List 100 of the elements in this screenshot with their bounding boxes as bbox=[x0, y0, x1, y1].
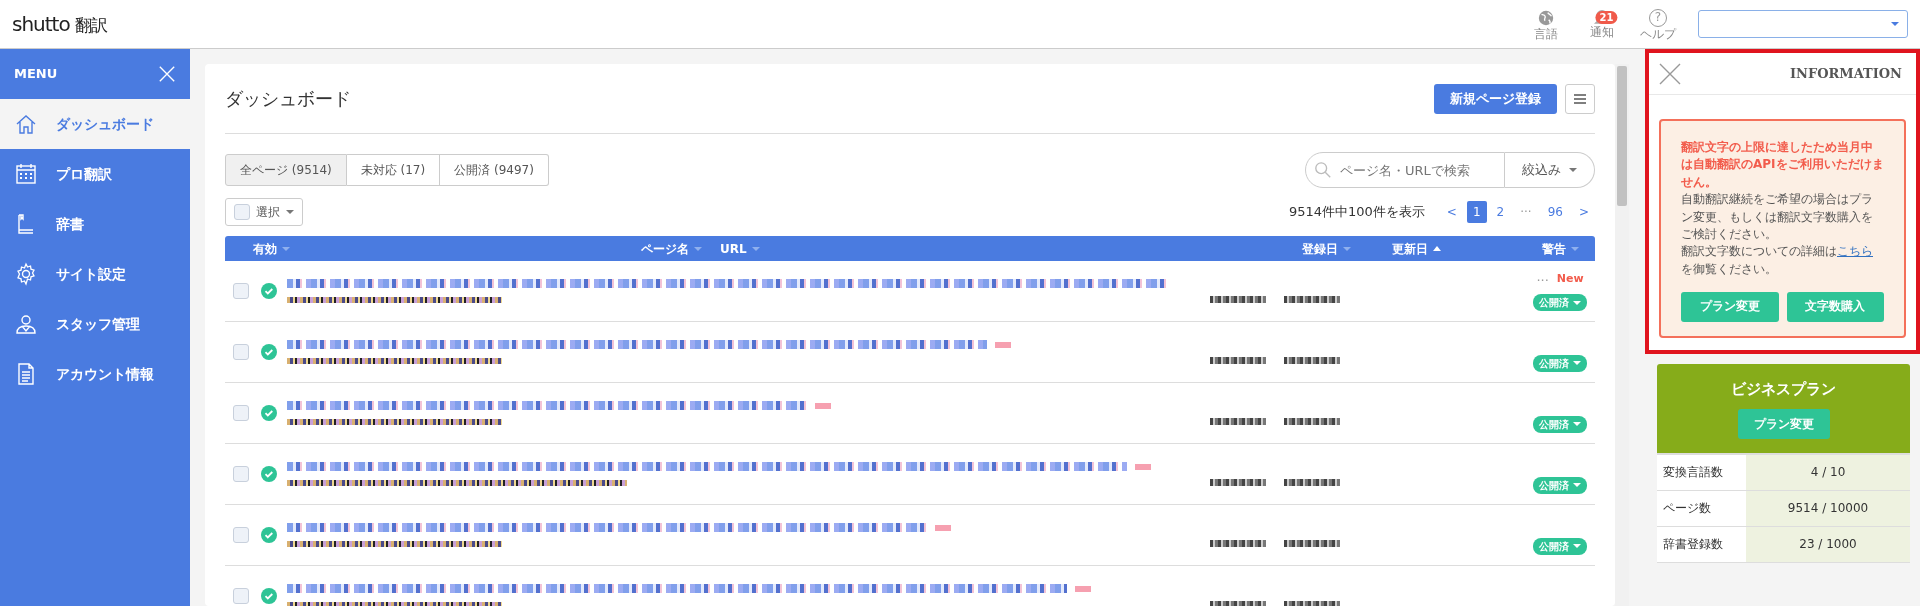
change-plan-button[interactable]: プラン変更 bbox=[1737, 408, 1830, 439]
status-badge[interactable]: 公開済 bbox=[1533, 476, 1587, 494]
page-link[interactable]: 96 bbox=[1541, 201, 1569, 223]
redacted-text bbox=[1284, 479, 1340, 486]
scrollbar-thumb[interactable] bbox=[1617, 66, 1627, 206]
status-badge[interactable]: 公開済 bbox=[1533, 354, 1587, 372]
search-field[interactable]: ページ名・URLで検索 bbox=[1305, 152, 1505, 188]
redacted-text bbox=[935, 524, 951, 531]
column-header[interactable]: 有効 bbox=[253, 239, 290, 258]
alert-message: 自動翻訳継続をご希望の場合はプラン変更、もしくは翻訳文字数購入をご検討ください。 bbox=[1681, 191, 1874, 243]
redacted-text bbox=[995, 341, 1011, 348]
row-checkbox[interactable] bbox=[233, 405, 249, 421]
redacted-text bbox=[815, 402, 831, 409]
action-label: ヘルプ bbox=[1640, 26, 1676, 42]
caret-icon bbox=[1891, 22, 1899, 26]
column-header[interactable]: 登録日 bbox=[1302, 239, 1351, 258]
row-checkbox[interactable] bbox=[233, 588, 249, 604]
header-action[interactable]: 通知 21 bbox=[1574, 8, 1630, 40]
stat-label: 辞書登録数 bbox=[1662, 536, 1724, 554]
page-link[interactable]: 2 bbox=[1490, 201, 1511, 223]
status-badge[interactable]: 公開済 bbox=[1533, 294, 1587, 312]
stat-label: ページ数 bbox=[1662, 500, 1712, 518]
row-checkbox[interactable] bbox=[233, 344, 249, 360]
alert-button[interactable]: 文字数購入 bbox=[1786, 292, 1884, 323]
page-title: ダッシュボード bbox=[225, 87, 351, 111]
alert-button[interactable]: プラン変更 bbox=[1681, 292, 1779, 323]
app-logo: shutto 翻訳 bbox=[12, 11, 108, 38]
plan-name: ビジネスプラン bbox=[1731, 379, 1836, 401]
sidebar-item[interactable]: プロ翻訳 bbox=[0, 149, 190, 199]
redacted-text bbox=[1210, 296, 1266, 303]
page-link[interactable]: 1 bbox=[1466, 201, 1487, 223]
action-label: 言語 bbox=[1534, 26, 1558, 42]
stat-label: 変換言語数 bbox=[1662, 464, 1724, 482]
caret-icon bbox=[1573, 361, 1581, 365]
caret-icon bbox=[1573, 544, 1581, 548]
row-checkbox[interactable] bbox=[233, 527, 249, 543]
column-header[interactable]: 更新日 bbox=[1392, 239, 1441, 258]
column-header[interactable]: 警告 bbox=[1542, 239, 1579, 258]
redacted-text bbox=[1284, 296, 1340, 303]
new-page-button[interactable]: 新規ページ登録 bbox=[1434, 83, 1557, 114]
action-label: 通知 bbox=[1590, 25, 1614, 40]
redacted-text bbox=[1210, 601, 1266, 606]
row-checkbox[interactable] bbox=[233, 466, 249, 482]
checkbox[interactable] bbox=[234, 204, 250, 220]
filter-dropdown[interactable]: 絞込み bbox=[1505, 152, 1595, 188]
stat-value: 4 / 10 bbox=[1746, 454, 1910, 490]
sidebar-item[interactable]: サイト設定 bbox=[0, 249, 190, 299]
filter-tab[interactable]: 未対応 (17) bbox=[346, 154, 441, 186]
close-icon bbox=[1659, 62, 1681, 85]
page-arrow[interactable]: > bbox=[1572, 201, 1595, 223]
redacted-text bbox=[1135, 463, 1151, 470]
panel-title: INFORMATION bbox=[1789, 64, 1902, 83]
redacted-text bbox=[1284, 601, 1340, 606]
filter-tab[interactable]: 公開済 (9497) bbox=[440, 154, 549, 186]
menu-title: MENU bbox=[14, 65, 58, 84]
sidebar-item[interactable]: アカウント情報 bbox=[0, 349, 190, 399]
redacted-text bbox=[1075, 585, 1091, 592]
caret-icon bbox=[1569, 168, 1577, 172]
row-checkbox[interactable] bbox=[233, 283, 249, 299]
more-dots: ··· bbox=[1536, 271, 1549, 290]
select-dropdown[interactable]: 選択 bbox=[225, 198, 303, 226]
notification-badge: 21 bbox=[1595, 11, 1618, 24]
menu-icon bbox=[1573, 92, 1587, 105]
search-icon bbox=[1314, 161, 1332, 179]
column-header[interactable]: ページ名 bbox=[641, 239, 702, 258]
people-icon bbox=[14, 312, 38, 336]
column-header[interactable]: URL bbox=[720, 239, 760, 258]
sidebar-item[interactable]: 辞書 bbox=[0, 199, 190, 249]
header-action[interactable]: 言語 bbox=[1518, 6, 1574, 42]
caret-icon bbox=[1573, 422, 1581, 426]
globe-icon bbox=[1537, 8, 1555, 27]
status-badge[interactable]: 公開済 bbox=[1533, 415, 1587, 433]
sidebar-item[interactable]: スタッフ管理 bbox=[0, 299, 190, 349]
caret-icon bbox=[1573, 483, 1581, 487]
redacted-text bbox=[1210, 479, 1266, 486]
close-icon bbox=[158, 65, 176, 83]
alert-message: 翻訳文字数についての詳細はこちら を御覧ください。 bbox=[1681, 243, 1874, 278]
new-label: New bbox=[1556, 270, 1584, 287]
filter-tab[interactable]: 全ページ (9514) bbox=[225, 154, 347, 186]
redacted-text bbox=[1210, 418, 1266, 425]
menu-button[interactable] bbox=[1565, 83, 1595, 114]
calendar-icon bbox=[14, 162, 38, 186]
result-count: 9514件中100件を表示 bbox=[1288, 203, 1425, 222]
status-badge[interactable]: 公開済 bbox=[1533, 537, 1587, 555]
redacted-text bbox=[1210, 357, 1266, 364]
caret-icon bbox=[286, 210, 294, 214]
header-action[interactable]: ? ヘルプ bbox=[1630, 6, 1686, 42]
site-select[interactable] bbox=[1698, 10, 1908, 38]
redacted-text bbox=[1284, 540, 1340, 547]
details-link[interactable]: こちら bbox=[1837, 244, 1873, 259]
stat-value: 23 / 1000 bbox=[1746, 526, 1910, 562]
redacted-text bbox=[1284, 418, 1340, 425]
sidebar-item[interactable]: ダッシュボード bbox=[0, 99, 190, 149]
alert-heading: 翻訳文字の上限に達したため当月中は自動翻訳のAPIをご利用いただけません。 bbox=[1681, 139, 1884, 191]
page-ellipsis: ··· bbox=[1519, 204, 1533, 221]
settings-icon bbox=[14, 262, 38, 286]
caret-icon bbox=[1573, 300, 1581, 305]
redacted-text bbox=[1284, 357, 1340, 364]
page-arrow[interactable]: < bbox=[1440, 201, 1463, 223]
redacted-text bbox=[1210, 540, 1266, 547]
